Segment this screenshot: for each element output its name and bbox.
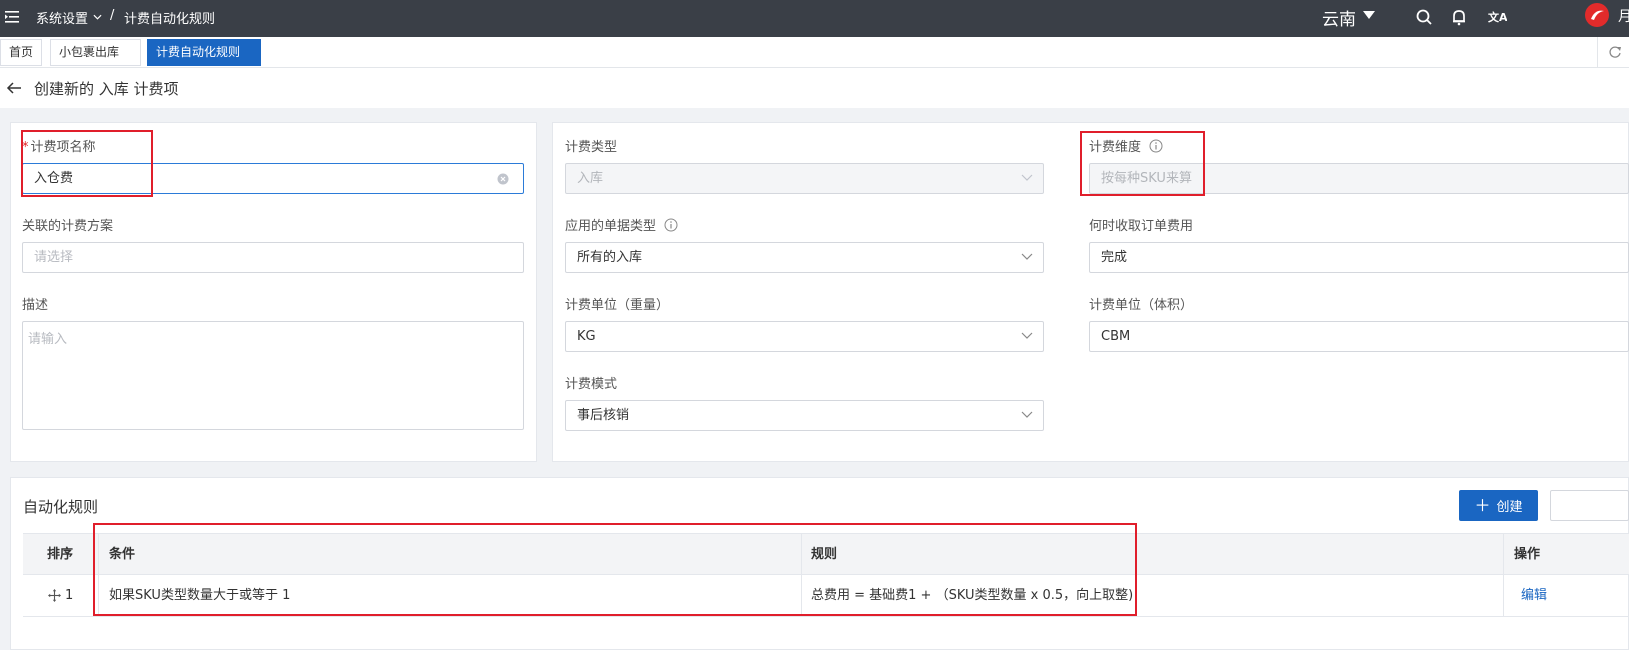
select-value: 完成	[1101, 250, 1128, 265]
billing-type-select: 入库	[565, 163, 1044, 194]
tab-small-package-outbound[interactable]: 小包裹出库	[50, 39, 141, 66]
secondary-button[interactable]	[1550, 490, 1629, 521]
column-header-order: 排序	[47, 547, 74, 562]
caret-down-icon[interactable]	[1363, 11, 1375, 20]
weight-unit-label: 计费单位（重量）	[565, 298, 670, 313]
label-text: 应用的单据类型	[565, 219, 657, 234]
select-value: CBM	[1101, 329, 1131, 344]
page-header: 创建新的 入库 计费项	[0, 68, 1629, 108]
edit-rule-link[interactable]: 编辑	[1521, 575, 1547, 617]
volume-unit-select[interactable]: CBM	[1089, 321, 1629, 352]
billing-plan-label: 关联的计费方案	[22, 219, 114, 234]
top-navigation-bar: 系统设置 / 计费自动化规则 云南 文A 月	[0, 0, 1629, 37]
chevron-down-icon	[1021, 332, 1033, 339]
charge-time-label: 何时收取订单费用	[1089, 219, 1194, 234]
tab-home[interactable]: 首页	[0, 39, 43, 66]
tabs-bar: 首页 小包裹出库 计费自动化规则×	[0, 37, 1629, 84]
plus-icon: ＋	[1474, 496, 1491, 515]
avatar[interactable]	[1585, 3, 1609, 27]
highlight-box	[93, 523, 1137, 616]
region-selector[interactable]: 云南	[1322, 5, 1356, 30]
billing-plan-select[interactable]: 请选择	[22, 242, 524, 273]
chevron-down-icon	[1021, 411, 1033, 418]
textarea-placeholder: 请输入	[28, 332, 68, 347]
document-type-select[interactable]: 所有的入库	[565, 242, 1044, 273]
highlight-box	[1080, 131, 1205, 196]
select-value: 所有的入库	[577, 250, 643, 265]
search-icon[interactable]	[1413, 6, 1435, 28]
chevron-down-icon	[1021, 174, 1033, 181]
refresh-icon	[1609, 46, 1621, 58]
column-divider	[1503, 533, 1504, 617]
breadcrumb-separator: /	[110, 8, 115, 23]
billing-mode-select[interactable]: 事后核销	[565, 400, 1044, 431]
clear-icon[interactable]	[497, 173, 509, 185]
select-value: KG	[577, 329, 596, 344]
tab-billing-automation-rules[interactable]: 计费自动化规则×	[147, 39, 261, 84]
billing-mode-label: 计费模式	[565, 377, 618, 392]
billing-type-label: 计费类型	[565, 140, 618, 155]
brand-logo-icon	[1591, 10, 1604, 20]
document-type-label: 应用的单据类型	[565, 215, 678, 234]
tab-label: 计费自动化规则	[156, 45, 241, 59]
tab-label: 小包裹出库	[59, 45, 120, 59]
description-label: 描述	[22, 298, 49, 313]
row-divider	[23, 616, 1629, 617]
row-order: 1	[65, 588, 74, 603]
highlight-box	[21, 130, 153, 197]
breadcrumb-system-settings[interactable]: 系统设置	[36, 8, 88, 27]
weight-unit-select[interactable]: KG	[565, 321, 1044, 352]
chevron-down-icon[interactable]	[93, 13, 102, 21]
create-rule-button[interactable]: ＋ 创建	[1459, 490, 1538, 521]
page-title: 创建新的 入库 计费项	[34, 80, 179, 98]
drag-handle-icon[interactable]	[48, 589, 61, 602]
back-arrow-icon[interactable]	[6, 80, 22, 96]
tab-label: 首页	[9, 45, 34, 59]
breadcrumb-current: 计费自动化规则	[124, 12, 216, 27]
bell-icon[interactable]	[1448, 6, 1470, 28]
info-icon[interactable]	[664, 218, 678, 232]
automation-rules-title: 自动化规则	[23, 498, 99, 516]
select-value: 入库	[577, 171, 604, 186]
volume-unit-label: 计费单位（体积）	[1089, 298, 1194, 313]
column-header-actions: 操作	[1514, 547, 1541, 562]
refresh-button[interactable]	[1597, 37, 1629, 67]
user-name[interactable]: 月	[1618, 6, 1629, 26]
description-textarea[interactable]: 请输入	[22, 321, 524, 430]
button-label: 创建	[1496, 500, 1523, 515]
select-placeholder: 请选择	[34, 250, 74, 265]
menu-toggle-icon[interactable]	[4, 9, 20, 25]
chevron-down-icon	[1021, 253, 1033, 260]
select-value: 事后核销	[577, 408, 630, 423]
translate-icon[interactable]: 文A	[1485, 6, 1507, 28]
charge-time-select[interactable]: 完成	[1089, 242, 1629, 273]
svg-text:文A: 文A	[1488, 10, 1507, 24]
